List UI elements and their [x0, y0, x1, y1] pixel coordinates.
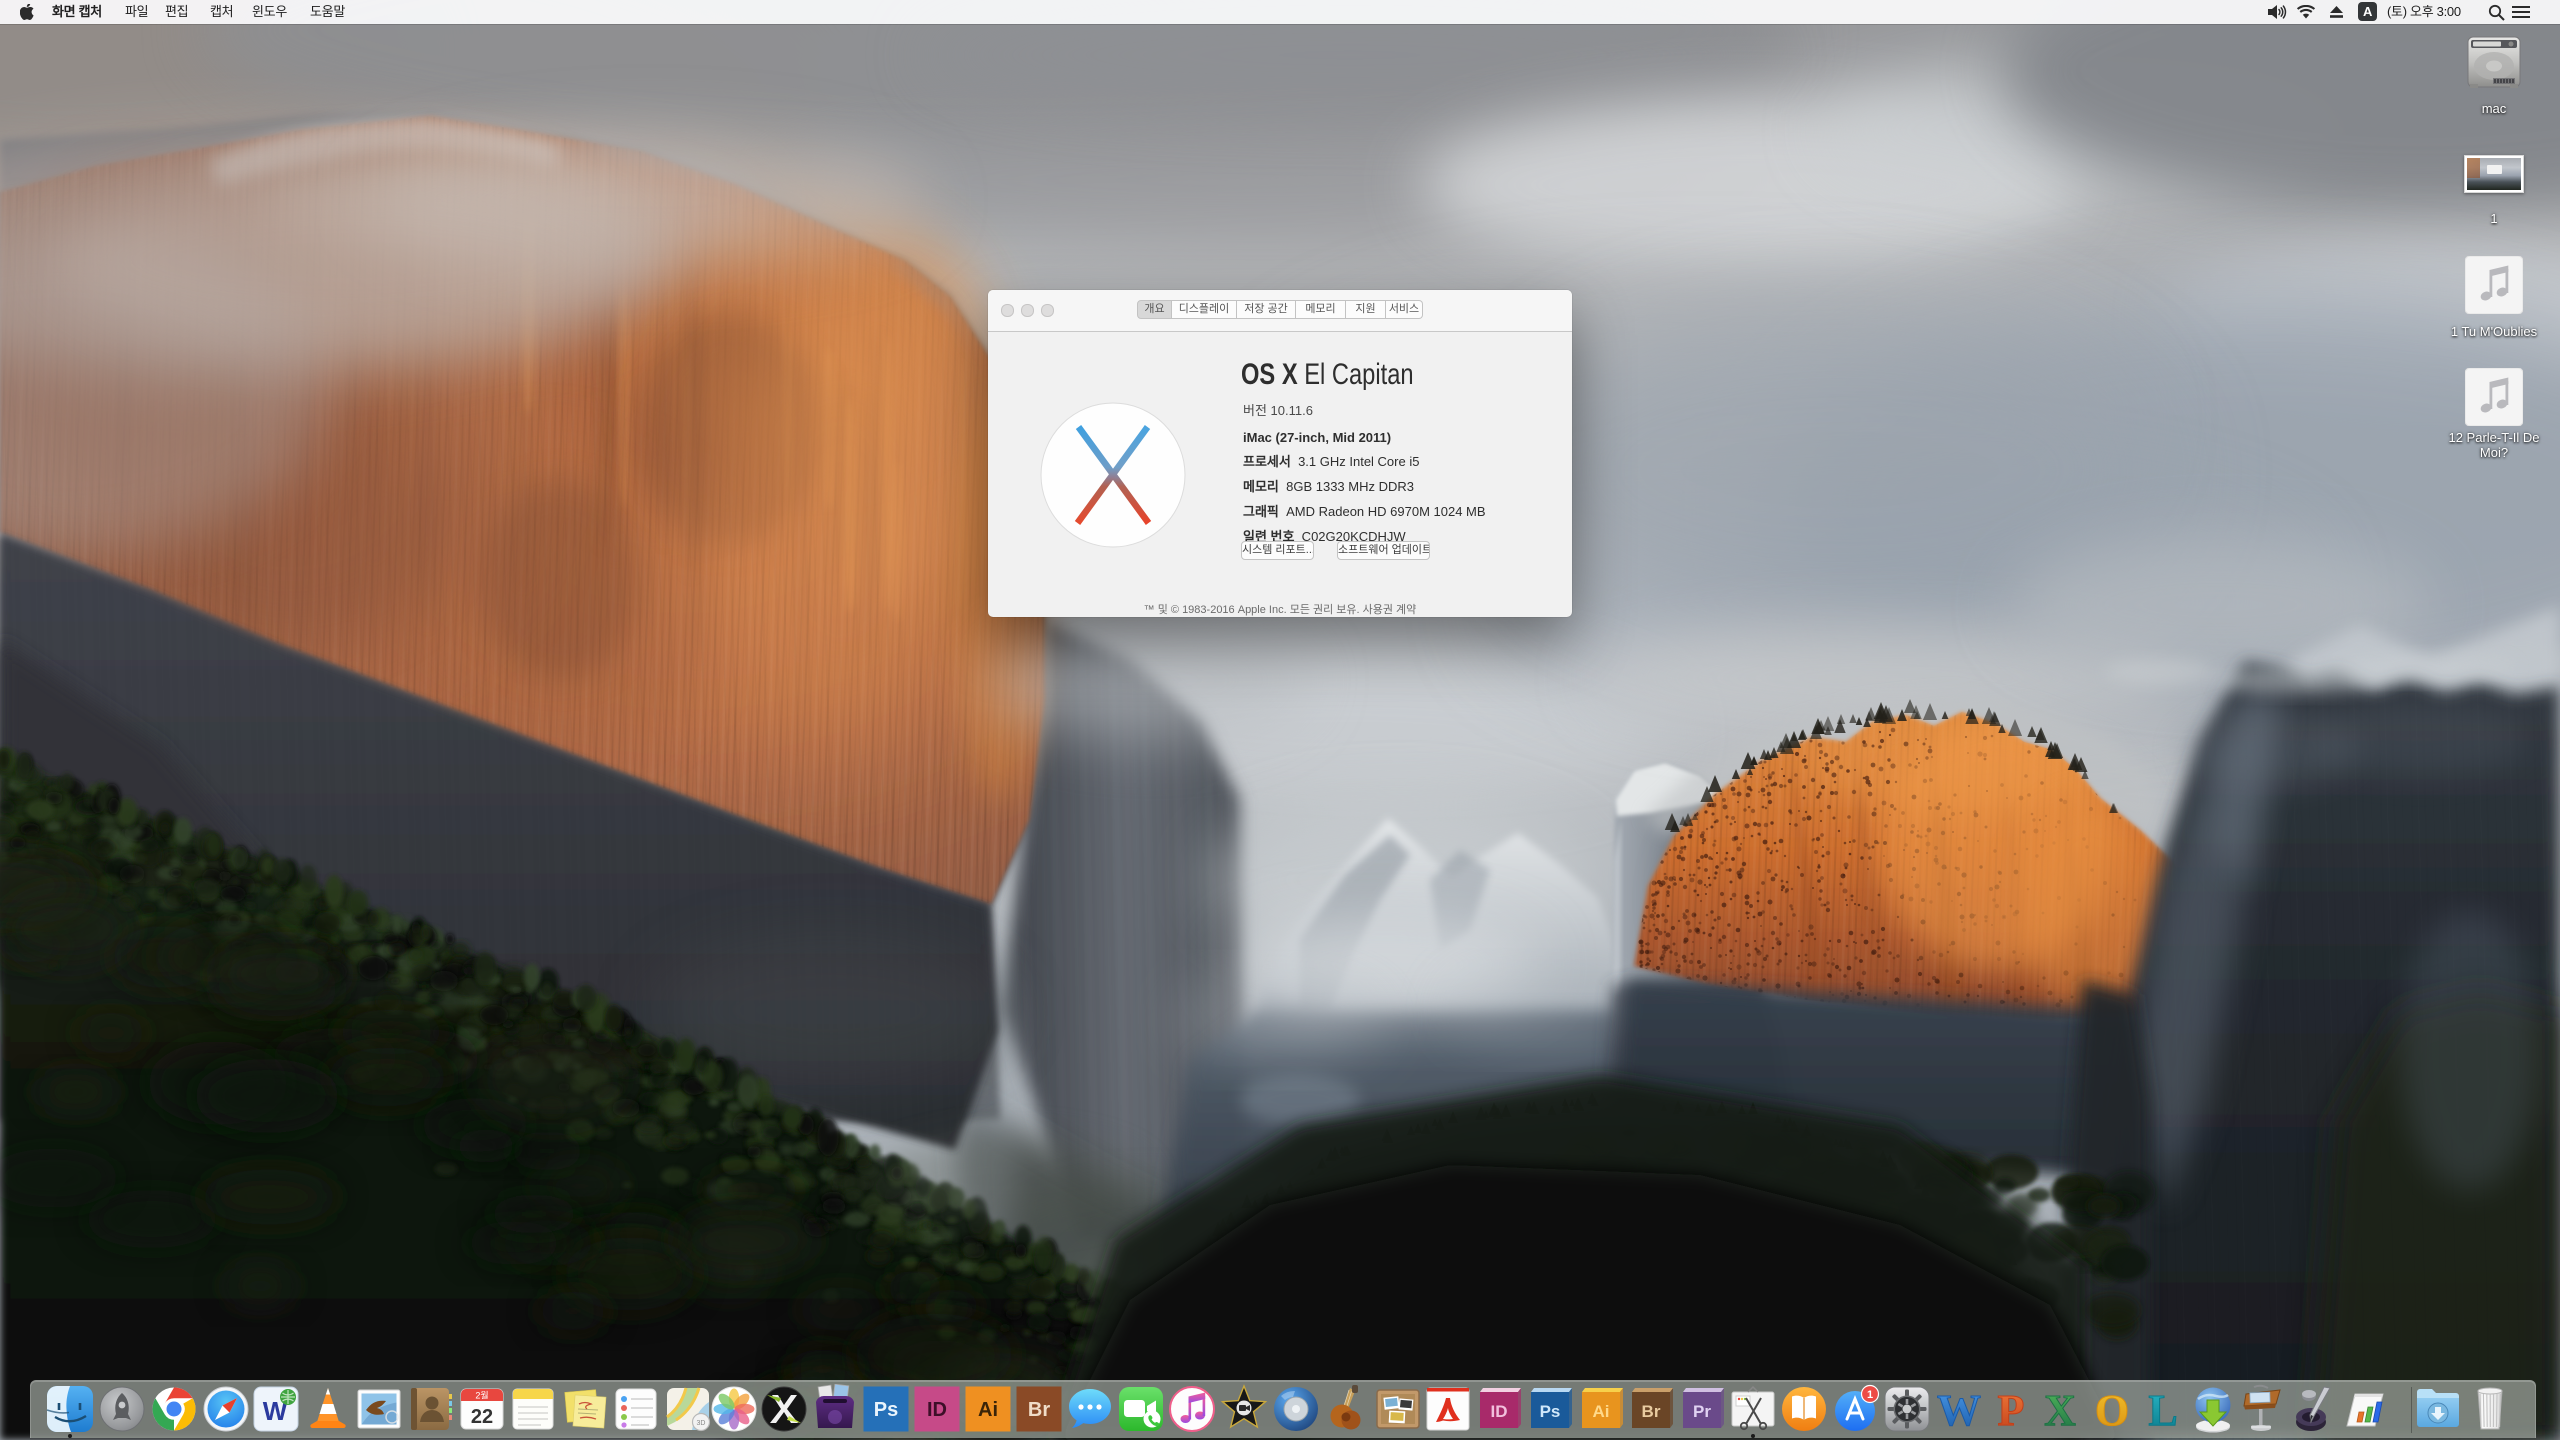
svg-text:2월: 2월: [475, 1390, 488, 1401]
svg-text:A: A: [2363, 4, 2373, 19]
svg-text:W: W: [1937, 1386, 1981, 1434]
svg-text:Ai: Ai: [1593, 1402, 1610, 1421]
svg-text:O: O: [2095, 1386, 2129, 1434]
svg-text:Pr: Pr: [1693, 1402, 1711, 1421]
svg-text:1: 1: [1867, 1389, 1873, 1401]
svg-text:3D: 3D: [697, 1420, 706, 1427]
svg-text:X: X: [2044, 1386, 2076, 1434]
svg-text:Ps: Ps: [1540, 1402, 1561, 1421]
svg-text:Ai: Ai: [978, 1399, 998, 1421]
svg-text:Br: Br: [1028, 1399, 1050, 1421]
svg-text:Br: Br: [1642, 1402, 1661, 1421]
svg-text:P: P: [1998, 1386, 2025, 1434]
svg-text:ID: ID: [927, 1399, 947, 1421]
svg-text:22: 22: [471, 1406, 493, 1428]
svg-text:ID: ID: [1491, 1402, 1508, 1421]
svg-text:L: L: [2148, 1386, 2177, 1434]
svg-text:Ps: Ps: [874, 1399, 898, 1421]
